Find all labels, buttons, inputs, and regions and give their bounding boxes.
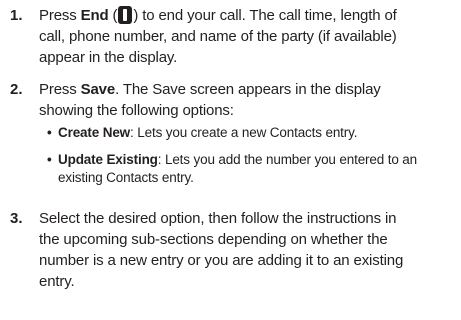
option-name: Create New [58,125,131,140]
step-text-prefix: Press [39,81,81,98]
step-line: showing the following options: [39,102,234,119]
step-text: Select the desired option, then follow t… [39,208,455,292]
step-text-suffix: ) to end your call. The call time, lengt… [133,7,397,24]
step-number: 1. [10,7,23,24]
step-line: Press Save. The Save screen appears in t… [39,79,455,100]
option-description: existing Contacts entry. [58,170,194,185]
option-description: : Lets you create a new Contacts entry. [130,125,358,140]
step-text-suffix: . The Save screen appears in the display [115,81,381,98]
step-line: Select the desired option, then follow t… [39,210,397,227]
step-line: entry. [39,273,75,290]
step-line: appear in the display. [39,49,178,66]
step-number: 3. [10,210,23,227]
key-name: End [80,7,109,24]
key-name: Save [80,81,116,98]
instruction-page: 1. Press End () to end your call. The ca… [0,0,461,320]
bullet-icon: • [47,125,52,140]
bullet-icon: • [47,152,52,167]
option-name: Update Existing [58,152,158,167]
step-text: Press End () to end your call. The call … [39,5,455,68]
step-number: 2. [10,81,23,98]
end-call-key-icon [118,6,133,24]
step-line: number is a new entry or you are adding … [39,252,404,269]
option-description: : Lets you add the number you entered to… [157,152,417,167]
step-text-prefix: Press [39,7,81,24]
step-line: Press End () to end your call. The call … [39,6,397,24]
step-line: call, phone number, and name of the part… [39,28,397,45]
step-line: the upcoming sub-sections depending on w… [39,231,388,248]
step-text: Press Save. The Save screen appears in t… [39,79,455,121]
